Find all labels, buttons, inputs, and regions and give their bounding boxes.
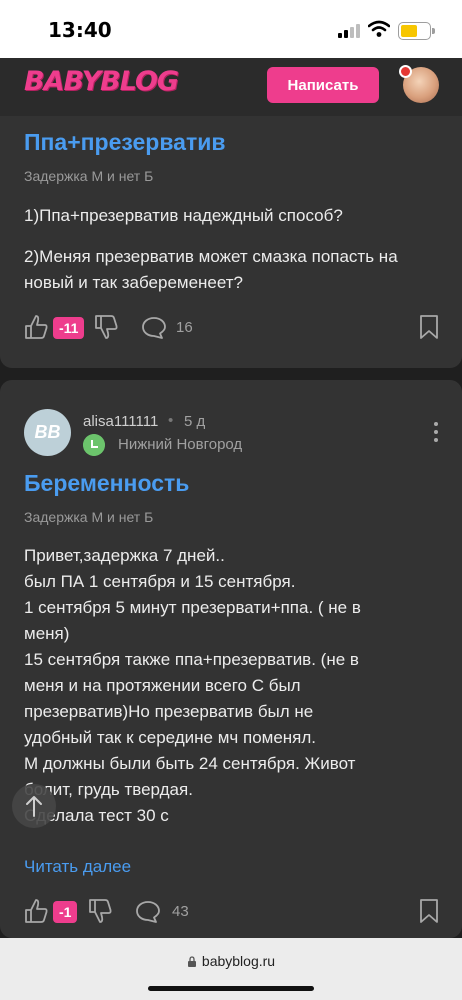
- read-more-link[interactable]: Читать далее: [24, 857, 131, 877]
- status-time: 13:40: [48, 18, 112, 42]
- body-line: болит, грудь твердая.: [24, 780, 193, 799]
- body-line: 1 сентября 5 минут презервати+ппа. ( не …: [24, 598, 361, 617]
- body-line: Привет,задержка 7 дней..: [24, 546, 225, 565]
- cellular-signal-icon: [338, 24, 362, 38]
- post-paragraph: 2)Меняя презерватив может смазка попасть…: [24, 247, 398, 292]
- thumb-up-icon[interactable]: [24, 314, 48, 340]
- post-time: 5 д: [184, 413, 206, 430]
- author-avatar[interactable]: BB: [24, 409, 71, 456]
- body-line: 15 сентября также ппа+презерватив. (не в: [24, 650, 359, 669]
- comment-count[interactable]: 43: [172, 903, 189, 920]
- lock-icon: [187, 956, 196, 967]
- wifi-icon: [368, 20, 390, 37]
- post-title[interactable]: Беременность: [24, 470, 189, 497]
- post-actions: -1 43: [24, 898, 439, 926]
- comment-bubble-icon[interactable]: [135, 900, 161, 924]
- post-body: Привет,задержка 7 дней.. был ПА 1 сентяб…: [24, 543, 444, 829]
- thumb-up-icon[interactable]: [24, 898, 48, 924]
- post-paragraph: 1)Ппа+презерватив надеждный способ?: [24, 206, 343, 225]
- post-actions: -11 16: [24, 314, 439, 342]
- body-line: был ПА 1 сентября и 15 сентября.: [24, 572, 296, 591]
- more-vertical-icon[interactable]: [433, 422, 439, 446]
- app-header: BABYBLOG Написать: [0, 58, 462, 116]
- notification-dot-icon: [399, 65, 412, 78]
- post-tag[interactable]: Задержка М и нет Б: [24, 168, 153, 184]
- thumb-down-icon[interactable]: [94, 314, 118, 340]
- author-name[interactable]: alisa111111: [83, 413, 158, 430]
- bookmark-icon[interactable]: [419, 898, 439, 924]
- comment-count[interactable]: 16: [176, 319, 193, 336]
- body-line: М должны были быть 24 сентября. Живот: [24, 754, 356, 773]
- write-post-button[interactable]: Написать: [267, 67, 379, 103]
- browser-address-bar: babyblog.ru: [0, 938, 462, 1000]
- meta-separator: •: [168, 412, 174, 429]
- arrow-up-icon: [26, 796, 42, 817]
- status-bar: 13:40: [0, 0, 462, 58]
- post-card: Ппа+презерватив Задержка М и нет Б 1)Ппа…: [0, 116, 462, 368]
- post-card: BB alisa111111 • 5 д Нижний Новгород Бер…: [0, 380, 462, 938]
- post-score: -11: [53, 317, 85, 339]
- body-line: меня): [24, 624, 70, 643]
- thumb-down-icon[interactable]: [88, 898, 112, 924]
- babyblog-logo[interactable]: BABYBLOG: [24, 66, 179, 97]
- address-field[interactable]: babyblog.ru: [0, 953, 462, 969]
- post-tag[interactable]: Задержка М и нет Б: [24, 509, 153, 525]
- page-url: babyblog.ru: [201, 953, 276, 969]
- body-line: презерватив)Но презерватив был не: [24, 702, 314, 721]
- clock-badge-icon: [83, 434, 105, 456]
- post-title[interactable]: Ппа+презерватив: [24, 129, 226, 156]
- bookmark-icon[interactable]: [419, 314, 439, 340]
- battery-icon: [398, 22, 435, 40]
- comment-bubble-icon[interactable]: [141, 316, 167, 340]
- post-score: -1: [53, 901, 78, 923]
- author-city: Нижний Новгород: [118, 436, 243, 453]
- body-line: Сделала тест 30 с: [24, 806, 169, 825]
- body-line: удобный так к середине мч поменял.: [24, 728, 317, 747]
- scroll-to-top-button[interactable]: [12, 784, 56, 828]
- body-line: меня и на протяжении всего С был: [24, 676, 301, 695]
- home-indicator[interactable]: [148, 986, 314, 991]
